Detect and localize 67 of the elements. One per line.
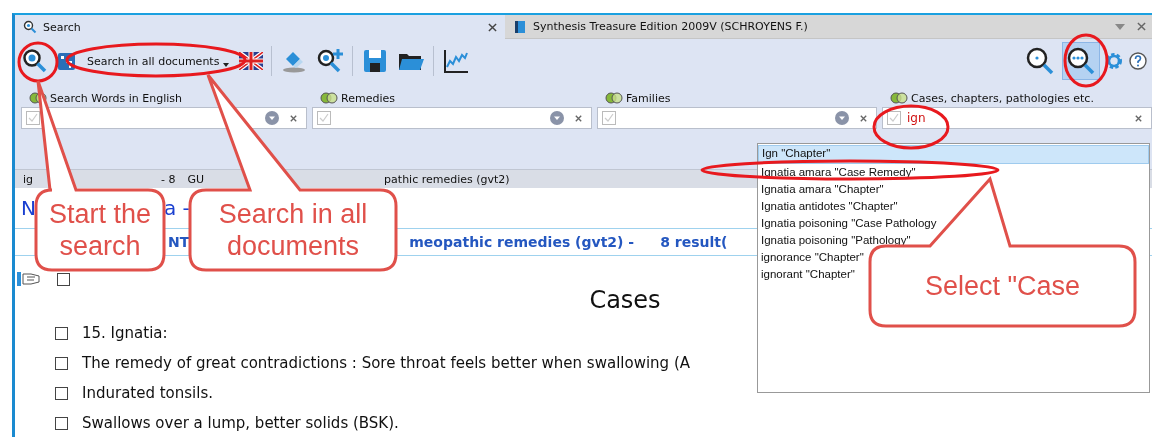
dropdown-icon[interactable] xyxy=(550,111,564,125)
checkbox[interactable] xyxy=(55,326,68,340)
callout-text: Start the search xyxy=(47,197,153,263)
dropdown-icon[interactable] xyxy=(835,111,849,125)
help-icon[interactable] xyxy=(1128,51,1148,71)
checkbox[interactable] xyxy=(57,272,70,286)
venn-icon xyxy=(605,92,623,104)
field-label: Families xyxy=(626,91,671,105)
chart-icon[interactable] xyxy=(442,47,471,75)
document-line: 15. Ignatia: xyxy=(82,324,168,342)
venn-icon xyxy=(320,92,338,104)
tab[interactable]: Synthesis Treasure Edition 2009V (SCHROYENS F.) xyxy=(505,15,1115,39)
suggestion-item[interactable]: Ignatia poisoning "Case Pathology xyxy=(758,215,940,232)
search-field[interactable]: ign xyxy=(882,107,1152,129)
search-icon[interactable] xyxy=(21,47,49,75)
search-scope-dropdown[interactable]: Search in all documents xyxy=(85,54,232,68)
clear-icon[interactable] xyxy=(1134,113,1143,123)
document-line: Indurated tonsils. xyxy=(82,384,213,402)
close-icon[interactable] xyxy=(1137,22,1146,31)
checkbox[interactable] xyxy=(55,356,68,370)
search-field[interactable] xyxy=(312,107,592,129)
info-text: - 8 xyxy=(161,172,176,186)
info-text: pathic remedies (gvt2) xyxy=(384,172,510,186)
info-text: GU xyxy=(187,172,205,186)
info-text: ig xyxy=(23,172,34,186)
field-label: Cases, chapters, pathologies etc. xyxy=(911,91,1094,105)
clear-icon[interactable] xyxy=(859,113,868,123)
highlight-ellipse xyxy=(17,41,59,83)
checkbox-icon xyxy=(887,111,901,125)
field-label: Remedies xyxy=(341,91,395,105)
tab-label: Search xyxy=(43,20,82,34)
book-icon xyxy=(513,19,527,34)
field-label: Search Words in English xyxy=(50,91,183,105)
document-title: N xyxy=(21,196,36,220)
venn-icon xyxy=(890,92,908,104)
suggestion-item[interactable]: ignorant "Chapter" xyxy=(758,266,858,283)
search-options-icon[interactable] xyxy=(1062,42,1100,80)
checkbox-icon xyxy=(602,111,616,125)
results-heading: 8 result( xyxy=(660,234,728,250)
checkbox[interactable] xyxy=(55,416,68,430)
checkbox-icon xyxy=(26,111,40,125)
results-heading: meopathic remedies (gvt2) - xyxy=(409,234,635,250)
checkbox[interactable] xyxy=(55,386,68,400)
results-heading: NT xyxy=(168,234,190,250)
callout-text: Select "Case xyxy=(924,269,1081,303)
clear-icon[interactable] xyxy=(289,113,298,123)
document-title: a - xyxy=(163,196,190,220)
dropdown-icon[interactable] xyxy=(265,111,279,125)
suggestion-item[interactable]: Ignatia poisoning "Pathology" xyxy=(758,232,914,249)
tab-label: Synthesis Treasure Edition 2009V (SCHROYENS F.) xyxy=(533,20,809,33)
suggestion-item[interactable]: Ignatia amara "Chapter" xyxy=(758,181,887,198)
suggestion-item[interactable]: Ignatia antidotes "Chapter" xyxy=(758,198,901,215)
highlight-ellipse xyxy=(1063,33,1109,88)
search-icon xyxy=(23,20,37,34)
close-tab-icon[interactable] xyxy=(488,22,497,32)
callout-text: Search in all documents xyxy=(217,197,369,263)
section-heading: Cases xyxy=(588,286,662,314)
suggestion-item[interactable]: Ignatia amara "Case Remedy" xyxy=(758,164,919,181)
zoom-in-icon[interactable] xyxy=(316,47,345,75)
checkbox-icon xyxy=(317,111,331,125)
suggestion-item[interactable]: Ign "Chapter" xyxy=(758,145,1149,164)
clear-icon[interactable] xyxy=(574,113,583,123)
document-line: Swallows over a lump, better solids (BSK). xyxy=(82,414,399,432)
caret-icon xyxy=(223,63,230,67)
suggestion-item[interactable]: ignorance "Chapter" xyxy=(758,249,867,266)
search-field[interactable] xyxy=(597,107,877,129)
document-line: The remedy of great contradictions : Sore throat feels better when swallowing (A xyxy=(82,354,690,372)
